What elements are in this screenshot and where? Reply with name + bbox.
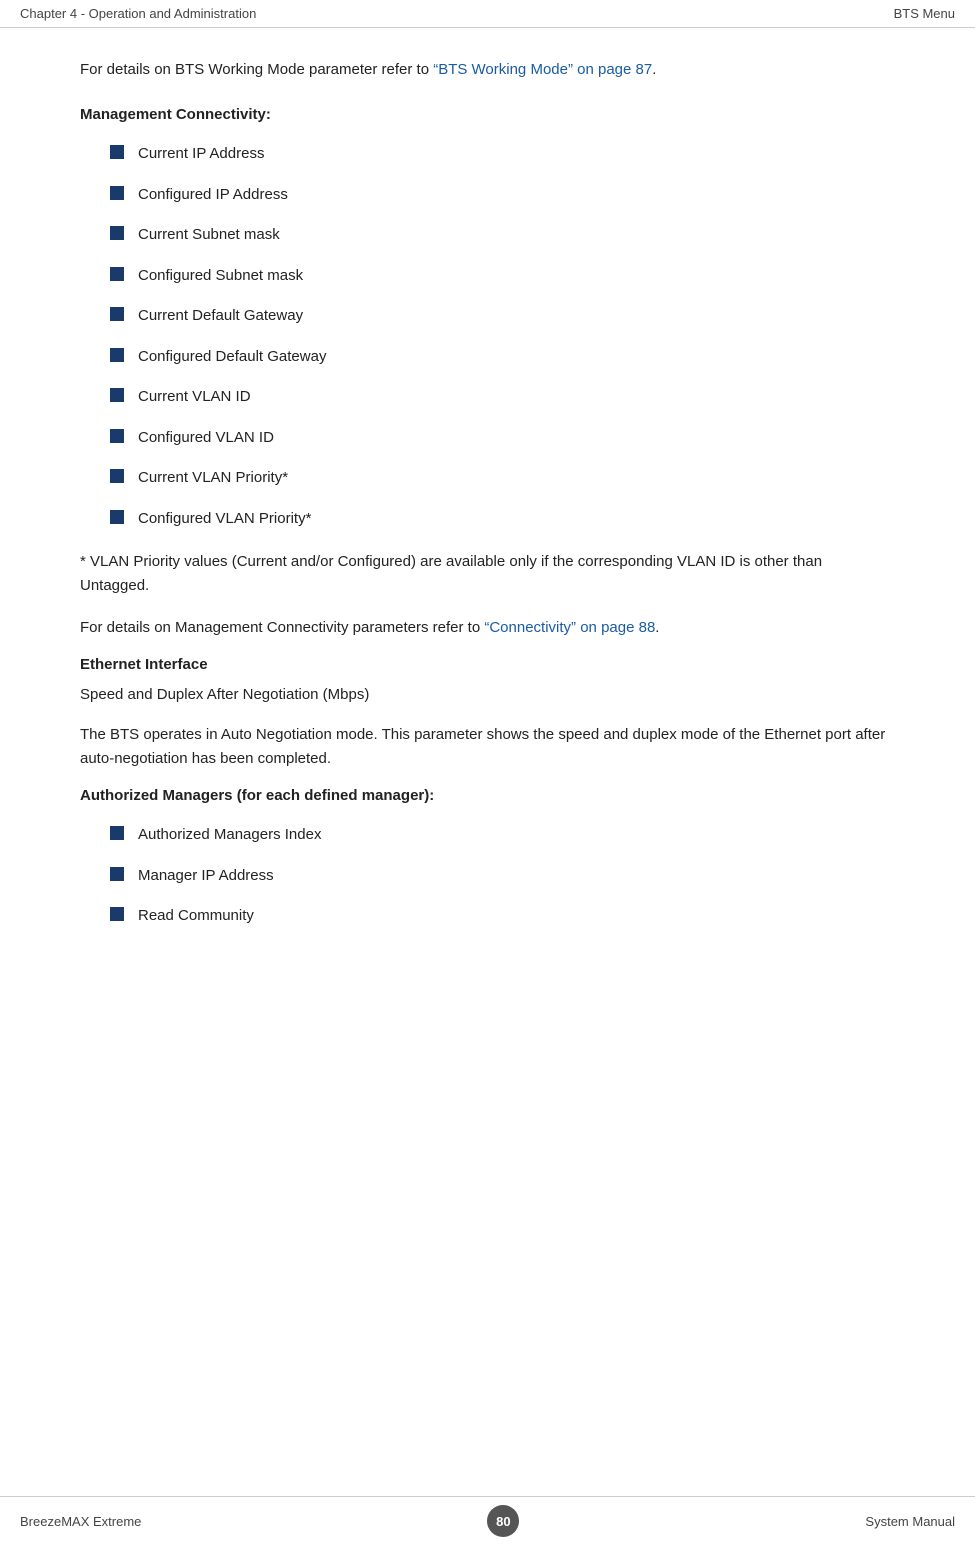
list-item: Manager IP Address (110, 865, 895, 888)
list-item-text: Configured Subnet mask (138, 265, 303, 288)
bullet-icon (110, 145, 124, 159)
list-item-text: Configured IP Address (138, 184, 288, 207)
content-area: For details on BTS Working Mode paramete… (0, 28, 975, 1496)
header-bar: Chapter 4 - Operation and Administration… (0, 0, 975, 28)
ethernet-interface-heading: Ethernet Interface (80, 656, 895, 673)
ethernet-interface-detail: The BTS operates in Auto Negotiation mod… (80, 723, 895, 771)
list-item: Configured IP Address (110, 184, 895, 207)
connectivity-ref-paragraph: For details on Management Connectivity p… (80, 616, 895, 640)
authorized-managers-list: Authorized Managers Index Manager IP Addr… (110, 824, 895, 928)
intro-text-after: . (652, 61, 656, 78)
bullet-icon (110, 469, 124, 483)
page-container: Chapter 4 - Operation and Administration… (0, 0, 975, 1545)
list-item: Current VLAN ID (110, 386, 895, 409)
list-item: Configured VLAN Priority* (110, 508, 895, 531)
footer-right-label: System Manual (865, 1514, 955, 1529)
connectivity-ref-text: For details on Management Connectivity p… (80, 619, 484, 636)
list-item: Configured Default Gateway (110, 346, 895, 369)
list-item: Configured VLAN ID (110, 427, 895, 450)
footer-bar: BreezeMAX Extreme 80 System Manual (0, 1496, 975, 1545)
bullet-icon (110, 186, 124, 200)
authorized-managers-heading-suffix: (for each defined manager): (233, 787, 435, 804)
connectivity-ref-after: . (655, 619, 659, 636)
list-item-text: Manager IP Address (138, 865, 274, 888)
bullet-icon (110, 429, 124, 443)
list-item-text: Current IP Address (138, 143, 264, 166)
bullet-icon (110, 907, 124, 921)
list-item: Current IP Address (110, 143, 895, 166)
bullet-icon (110, 826, 124, 840)
list-item-text: Current VLAN Priority* (138, 467, 288, 490)
footer-left-label: BreezeMAX Extreme (20, 1514, 141, 1529)
list-item-text: Current VLAN ID (138, 386, 251, 409)
list-item-text: Configured VLAN Priority* (138, 508, 311, 531)
list-item-text: Configured Default Gateway (138, 346, 326, 369)
management-connectivity-heading: Management Connectivity: (80, 106, 895, 123)
vlan-note: * VLAN Priority values (Current and/or C… (80, 550, 895, 598)
header-left: Chapter 4 - Operation and Administration (20, 6, 256, 21)
ethernet-interface-description: Speed and Duplex After Negotiation (Mbps… (80, 683, 895, 707)
list-item-text: Configured VLAN ID (138, 427, 274, 450)
bullet-icon (110, 867, 124, 881)
intro-text: For details on BTS Working Mode paramete… (80, 61, 433, 78)
list-item: Current Default Gateway (110, 305, 895, 328)
bullet-icon (110, 348, 124, 362)
list-item: Current Subnet mask (110, 224, 895, 247)
list-item-text: Current Subnet mask (138, 224, 280, 247)
management-connectivity-list: Current IP Address Configured IP Address C… (110, 143, 895, 530)
bullet-icon (110, 226, 124, 240)
bullet-icon (110, 267, 124, 281)
authorized-managers-heading: Authorized Managers (for each defined ma… (80, 787, 895, 804)
list-item-text: Read Community (138, 905, 254, 928)
list-item: Authorized Managers Index (110, 824, 895, 847)
list-item: Configured Subnet mask (110, 265, 895, 288)
intro-paragraph: For details on BTS Working Mode paramete… (80, 58, 895, 82)
bullet-icon (110, 510, 124, 524)
authorized-managers-heading-bold: Authorized Managers (80, 787, 233, 804)
bullet-icon (110, 388, 124, 402)
list-item: Current VLAN Priority* (110, 467, 895, 490)
bts-working-mode-link[interactable]: “BTS Working Mode” on page 87 (433, 61, 652, 78)
header-right: BTS Menu (894, 6, 955, 21)
footer-page-badge: 80 (487, 1505, 519, 1537)
list-item-text: Current Default Gateway (138, 305, 303, 328)
bullet-icon (110, 307, 124, 321)
list-item: Read Community (110, 905, 895, 928)
list-item-text: Authorized Managers Index (138, 824, 321, 847)
connectivity-link[interactable]: “Connectivity” on page 88 (484, 619, 655, 636)
